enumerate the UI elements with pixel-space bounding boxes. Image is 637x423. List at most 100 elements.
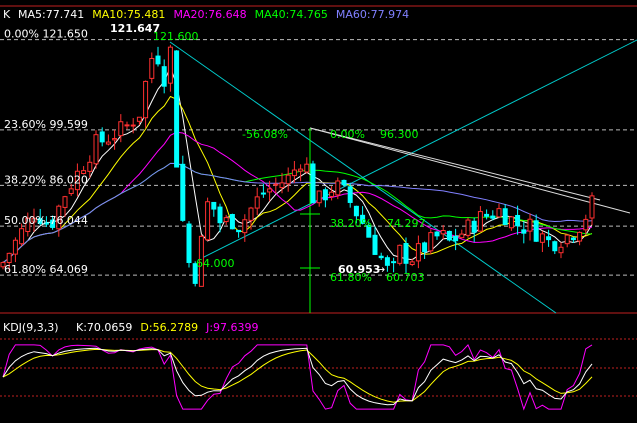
kdj-legend-item: K:70.0659 bbox=[76, 321, 132, 334]
candle-down bbox=[403, 243, 409, 264]
fan-pct-382: 38.20% bbox=[330, 217, 372, 230]
candle-up bbox=[583, 218, 589, 231]
candle-up bbox=[242, 219, 248, 234]
high-label: 121.600 bbox=[153, 30, 199, 43]
candle-up bbox=[285, 174, 291, 185]
candle-down bbox=[372, 234, 378, 255]
candle-down bbox=[174, 50, 180, 168]
candle-down bbox=[229, 214, 235, 230]
kdj-legend: K:70.0659 D:56.2789 J:97.6399 bbox=[76, 321, 259, 334]
fib-level-label: 61.80% 64.069 bbox=[4, 263, 88, 276]
candle-up bbox=[527, 218, 533, 232]
candle-down bbox=[322, 189, 328, 201]
candle-up bbox=[459, 233, 465, 239]
candle-up bbox=[564, 234, 570, 245]
candle-down bbox=[471, 220, 477, 233]
candle-up bbox=[254, 196, 260, 209]
candle-down bbox=[310, 163, 316, 204]
candle-up bbox=[298, 168, 304, 172]
candle-down bbox=[211, 201, 217, 210]
kdj-title: KDJ(9,3,3) bbox=[3, 321, 59, 334]
candle-up bbox=[577, 231, 583, 242]
candle-down bbox=[484, 213, 490, 217]
candle-down bbox=[180, 163, 186, 221]
candle-down bbox=[453, 236, 459, 242]
candle-down bbox=[546, 236, 552, 241]
candle-up bbox=[329, 191, 335, 197]
candle-down bbox=[353, 205, 359, 217]
candle-up bbox=[112, 138, 118, 141]
candle-up bbox=[316, 190, 322, 204]
candle-up bbox=[558, 246, 564, 254]
candle-down bbox=[217, 206, 223, 224]
candle-up bbox=[19, 228, 25, 245]
candle-down bbox=[446, 230, 452, 241]
ma-legend-item: MA5:77.741 bbox=[18, 8, 84, 21]
candle-up bbox=[130, 124, 136, 127]
candle-up bbox=[143, 80, 149, 119]
candle-up bbox=[149, 57, 155, 79]
candle-down bbox=[533, 220, 539, 242]
candle-up bbox=[6, 252, 12, 264]
candle-up bbox=[291, 169, 297, 177]
candle-down bbox=[384, 257, 390, 266]
candle-down bbox=[341, 179, 347, 186]
candle-up bbox=[68, 188, 74, 195]
ma-legend: MA5:77.741 MA10:75.481 MA20:76.648 MA40:74.… bbox=[18, 8, 409, 21]
candle-up bbox=[539, 233, 545, 243]
candle-up bbox=[589, 195, 595, 219]
ma-legend-item: MA60:77.974 bbox=[336, 8, 409, 21]
candle-up bbox=[477, 211, 483, 232]
fan-price-right: 96.300 bbox=[380, 128, 419, 141]
candle-up bbox=[105, 141, 111, 145]
candle-down bbox=[434, 231, 440, 237]
fan-price-382: 74.297 bbox=[387, 217, 426, 230]
candle-down bbox=[155, 55, 161, 65]
candle-up bbox=[12, 239, 18, 255]
candle-up bbox=[93, 134, 99, 165]
ma-legend-item: MA40:74.765 bbox=[255, 8, 328, 21]
candle-up bbox=[167, 46, 173, 84]
candle-down bbox=[378, 255, 384, 259]
candle-up bbox=[508, 216, 514, 229]
candle-up bbox=[62, 196, 68, 208]
kdj-legend-item: J:97.6399 bbox=[205, 321, 258, 334]
ma-legend-item: MA20:76.648 bbox=[173, 8, 246, 21]
candle-down bbox=[186, 223, 192, 263]
candle-up bbox=[409, 261, 415, 266]
candle-down bbox=[422, 242, 428, 253]
fan-price-618: 60.703 bbox=[386, 271, 425, 284]
candle-down bbox=[99, 131, 105, 143]
candle-down bbox=[515, 214, 521, 227]
candle-down bbox=[521, 229, 527, 234]
candle-down bbox=[552, 241, 558, 252]
ma-legend-item: MA10:75.481 bbox=[92, 8, 165, 21]
candle-up bbox=[124, 124, 130, 127]
candle-up bbox=[248, 207, 254, 221]
candle-up bbox=[428, 232, 434, 252]
candle-up bbox=[279, 182, 285, 189]
kdj-legend-item: D:56.2789 bbox=[140, 321, 198, 334]
fan-pct-618: 61.80% bbox=[330, 271, 372, 284]
candle-up bbox=[304, 163, 310, 173]
candle-down bbox=[502, 208, 508, 225]
fib-level-label: 0.00% 121.650 bbox=[4, 28, 88, 41]
stock-chart: K MA5:77.741 MA10:75.481 MA20:76.648 MA40:7… bbox=[0, 0, 637, 423]
candle-down bbox=[236, 229, 242, 233]
low-label: 64.000 bbox=[196, 257, 235, 270]
panel-label: K bbox=[3, 8, 11, 21]
fib-level-label: 38.20% 86.020 bbox=[4, 173, 88, 186]
candle-up bbox=[397, 244, 403, 264]
candle-down bbox=[260, 192, 266, 195]
candle-down bbox=[161, 66, 167, 87]
candle-up bbox=[267, 188, 273, 193]
candle-down bbox=[391, 261, 397, 264]
candle-up bbox=[136, 116, 142, 122]
candle-down bbox=[347, 186, 353, 203]
candle-down bbox=[570, 237, 576, 241]
fan-pct-left: -56.08% bbox=[242, 128, 288, 141]
candle-up bbox=[415, 243, 421, 262]
candle-up bbox=[87, 161, 93, 172]
low-marker-arrow: → bbox=[376, 263, 385, 276]
candle-up bbox=[496, 208, 502, 218]
